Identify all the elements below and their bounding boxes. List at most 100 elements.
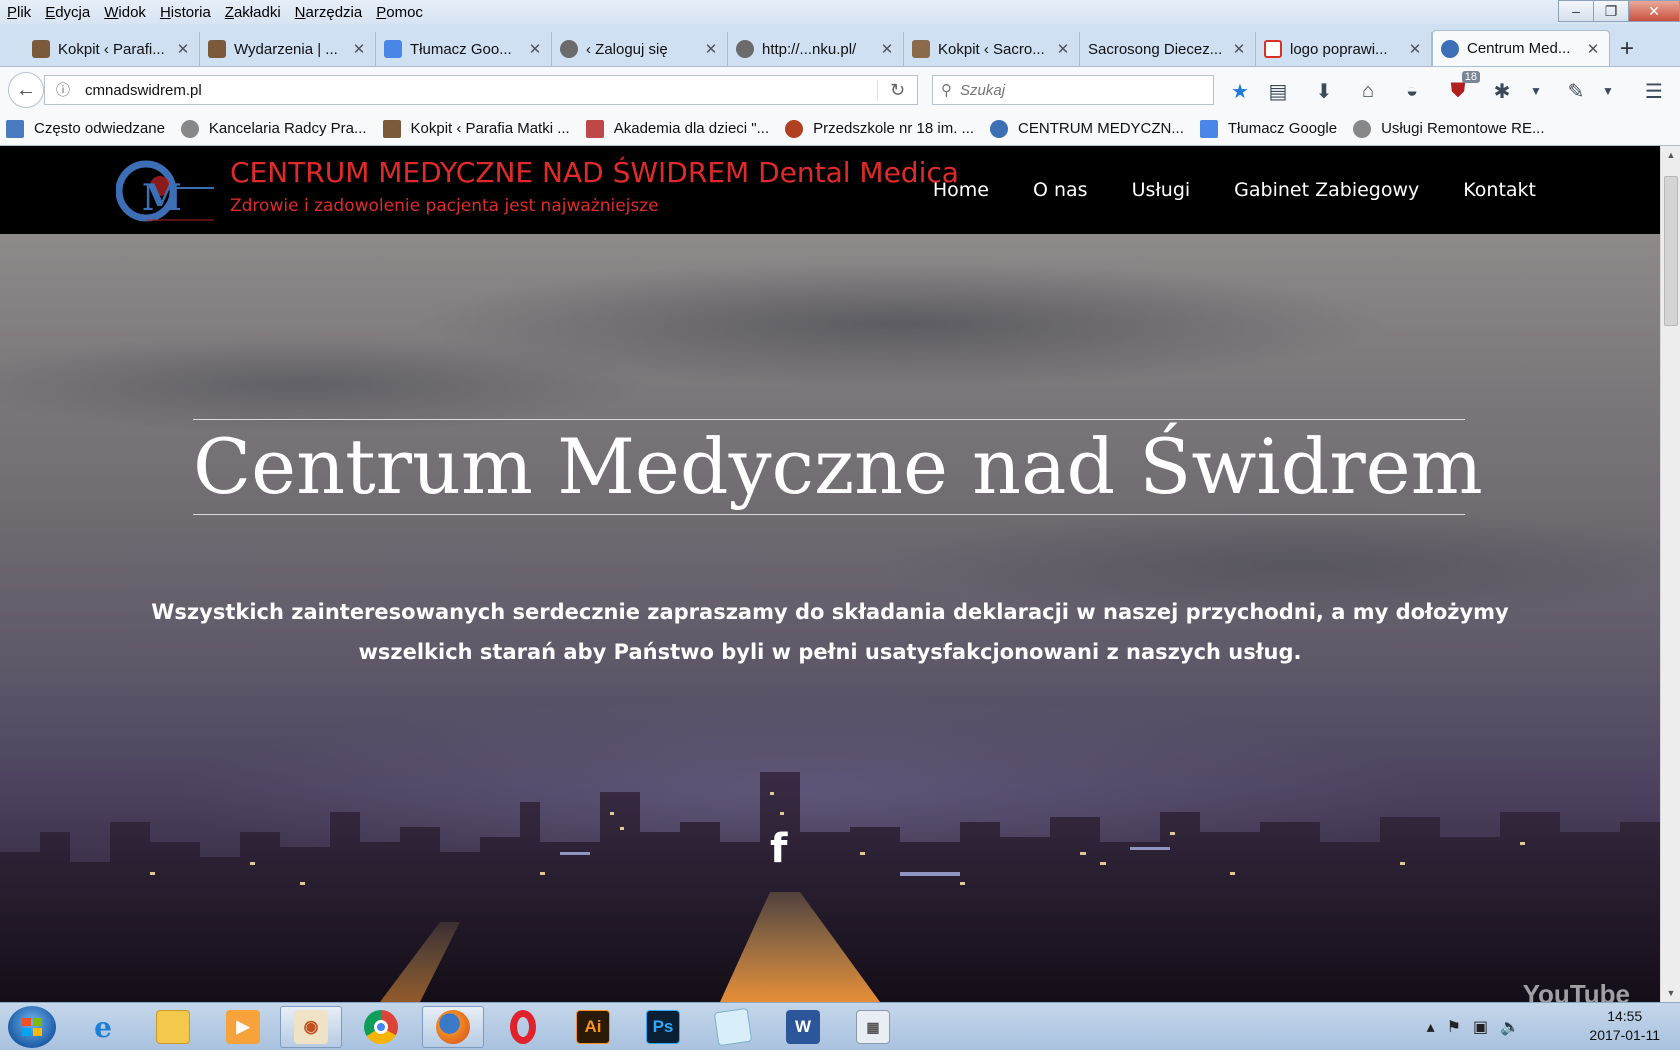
bookmark-czesto-odwiedzane[interactable]: Często odwiedzane [6, 119, 165, 138]
home-icon[interactable]: ⌂ [1354, 77, 1382, 105]
minimize-button[interactable]: – [1558, 0, 1594, 22]
youtube-watermark[interactable]: YouTube [1523, 979, 1630, 1002]
bookmark-label: Przedszkole nr 18 im. ... [813, 120, 975, 137]
bookmark-kancelaria[interactable]: Kancelaria Radcy Pra... [180, 119, 367, 138]
photoshop-icon[interactable]: Ps [632, 1006, 694, 1048]
close-window-button[interactable]: ✕ [1628, 0, 1680, 22]
search-input[interactable] [960, 81, 1190, 99]
gmail-icon [1264, 40, 1282, 58]
chevron-down-icon[interactable]: ▼ [1594, 77, 1622, 105]
system-clock[interactable]: 14:55 2017-01-11 [1589, 1007, 1660, 1045]
bookmark-label: Często odwiedzane [34, 120, 165, 137]
hamburger-menu-icon[interactable]: ☰ [1640, 77, 1668, 105]
menu-widok[interactable]: Widok [97, 4, 153, 21]
tab-zaloguj[interactable]: ‹ Zaloguj się ✕ [552, 32, 728, 66]
show-hidden-icons-icon[interactable]: ▴ [1427, 1017, 1435, 1037]
arrow-left-icon: ← [16, 78, 36, 101]
menu-edycja[interactable]: Edycja [38, 4, 97, 21]
tab-tlumacz-google[interactable]: Tłumacz Goo... ✕ [376, 32, 552, 66]
new-tab-button[interactable]: + [1610, 32, 1644, 66]
bookmark-kokpit-parafia[interactable]: Kokpit ‹ Parafia Matki ... [382, 119, 570, 138]
close-tab-icon[interactable]: ✕ [879, 40, 895, 58]
bookmark-uslugi-remontowe[interactable]: Usługi Remontowe RE... [1353, 119, 1545, 138]
illustrator-icon[interactable]: Ai [562, 1006, 624, 1048]
image-viewer-icon[interactable]: ◉ [280, 1006, 342, 1048]
close-tab-icon[interactable]: ✕ [527, 40, 543, 58]
bookmark-star-icon[interactable]: ★ [1226, 77, 1254, 105]
close-tab-icon[interactable]: ✕ [1231, 40, 1247, 58]
close-tab-icon[interactable]: ✕ [703, 40, 719, 58]
google-translate-icon [384, 40, 402, 58]
bookmark-centrum-medyczne[interactable]: CENTRUM MEDYCZN... [990, 119, 1184, 138]
tab-centrum-medyczne[interactable]: Centrum Med... ✕ [1432, 30, 1610, 66]
nav-uslugi[interactable]: Usługi [1132, 179, 1191, 201]
tab-kokpit-sacro[interactable]: Kokpit ‹ Sacro... ✕ [904, 32, 1080, 66]
menu-pomoc[interactable]: Pomoc [369, 4, 430, 21]
site-logo[interactable]: M [115, 158, 216, 224]
internet-explorer-icon[interactable]: e [72, 1006, 134, 1048]
nav-gabinet-zabiegowy[interactable]: Gabinet Zabiegowy [1234, 179, 1419, 201]
tab-wydarzenia[interactable]: Wydarzenia | ... ✕ [200, 32, 376, 66]
network-icon[interactable]: ▣ [1473, 1017, 1488, 1037]
calculator-icon[interactable]: ▦ [842, 1006, 904, 1048]
address-bar[interactable]: ⓘ cmnadswidrem.pl ↻ [44, 75, 918, 105]
scrollbar-thumb[interactable] [1664, 176, 1678, 326]
site-title[interactable]: CENTRUM MEDYCZNE NAD ŚWIDREM Dental Medi… [230, 156, 959, 189]
clock-time: 14:55 [1607, 1008, 1643, 1024]
bookmark-tlumacz-google[interactable]: Tłumacz Google [1199, 119, 1337, 138]
menu-narzedzia[interactable]: Narzędzia [288, 4, 370, 21]
facebook-icon[interactable]: f [770, 826, 787, 872]
page-scrollbar[interactable]: ▲ ▼ [1660, 146, 1680, 1002]
nav-o-nas[interactable]: O nas [1033, 179, 1088, 201]
search-box[interactable]: ⚲ [932, 75, 1214, 105]
info-icon[interactable]: ⓘ [45, 80, 81, 100]
back-button[interactable]: ← [8, 72, 44, 108]
ublock-shield-icon[interactable]: ⛊ 18 [1444, 71, 1480, 105]
bookmarks-toolbar: Często odwiedzane Kancelaria Radcy Pra..… [0, 112, 1680, 146]
notepad-icon[interactable] [702, 1006, 764, 1048]
tab-kokpit-parafia[interactable]: Kokpit ‹ Parafi... ✕ [24, 32, 200, 66]
reload-icon[interactable]: ↻ [877, 79, 917, 101]
word-icon[interactable]: W [772, 1006, 834, 1048]
menu-historia[interactable]: Historia [153, 4, 218, 21]
scroll-down-arrow-icon[interactable]: ▼ [1661, 984, 1680, 1002]
close-tab-icon[interactable]: ✕ [1055, 40, 1071, 58]
action-center-flag-icon[interactable]: ⚑ [1447, 1017, 1461, 1037]
bookmark-akademia[interactable]: Akademia dla dzieci "... [585, 119, 769, 138]
opera-icon[interactable] [492, 1006, 554, 1048]
close-tab-icon[interactable]: ✕ [1407, 40, 1423, 58]
tab-logo-poprawi[interactable]: logo poprawi... ✕ [1256, 32, 1432, 66]
media-player-icon[interactable]: ▶ [212, 1006, 274, 1048]
tab-favicon [208, 40, 226, 58]
badge-count: 18 [1461, 71, 1480, 83]
search-icon: ⚲ [941, 82, 952, 99]
hero-video-background: Centrum Medyczne nad Świdrem Wszystkich … [0, 234, 1660, 1002]
close-tab-icon[interactable]: ✕ [175, 40, 191, 58]
menu-plik[interactable]: Plik [0, 4, 38, 21]
tools-icon[interactable]: ✎ [1562, 77, 1590, 105]
url-text[interactable]: cmnadswidrem.pl [81, 82, 877, 99]
extension-icon[interactable]: ✱ [1488, 77, 1516, 105]
hero-text: Wszystkich zainteresowanych serdecznie z… [151, 600, 1509, 664]
close-tab-icon[interactable]: ✕ [351, 40, 367, 58]
volume-icon[interactable]: 🔈 [1500, 1017, 1520, 1037]
chevron-down-icon[interactable]: ▼ [1522, 77, 1550, 105]
scroll-up-arrow-icon[interactable]: ▲ [1661, 146, 1680, 164]
reading-list-icon[interactable]: ▤ [1264, 77, 1292, 105]
start-button[interactable] [8, 1006, 56, 1048]
nav-kontakt[interactable]: Kontakt [1463, 179, 1536, 201]
tab-sacrosong[interactable]: Sacrosong Diecez... ✕ [1080, 32, 1256, 66]
firefox-icon[interactable] [422, 1006, 484, 1048]
chrome-icon[interactable] [350, 1006, 412, 1048]
nav-home[interactable]: Home [933, 179, 989, 201]
menu-zakladki[interactable]: Zakładki [218, 4, 288, 21]
globe-icon [1353, 119, 1372, 138]
file-explorer-icon[interactable] [142, 1006, 204, 1048]
tab-http-nku[interactable]: http://...nku.pl/ ✕ [728, 32, 904, 66]
restore-button[interactable]: ❐ [1593, 0, 1629, 22]
tab-label: http://...nku.pl/ [762, 40, 857, 58]
pocket-icon[interactable]: ◒ [1398, 77, 1426, 105]
download-icon[interactable]: ⬇ [1310, 77, 1338, 105]
bookmark-przedszkole[interactable]: Przedszkole nr 18 im. ... [785, 119, 975, 138]
close-tab-icon[interactable]: ✕ [1585, 40, 1601, 58]
